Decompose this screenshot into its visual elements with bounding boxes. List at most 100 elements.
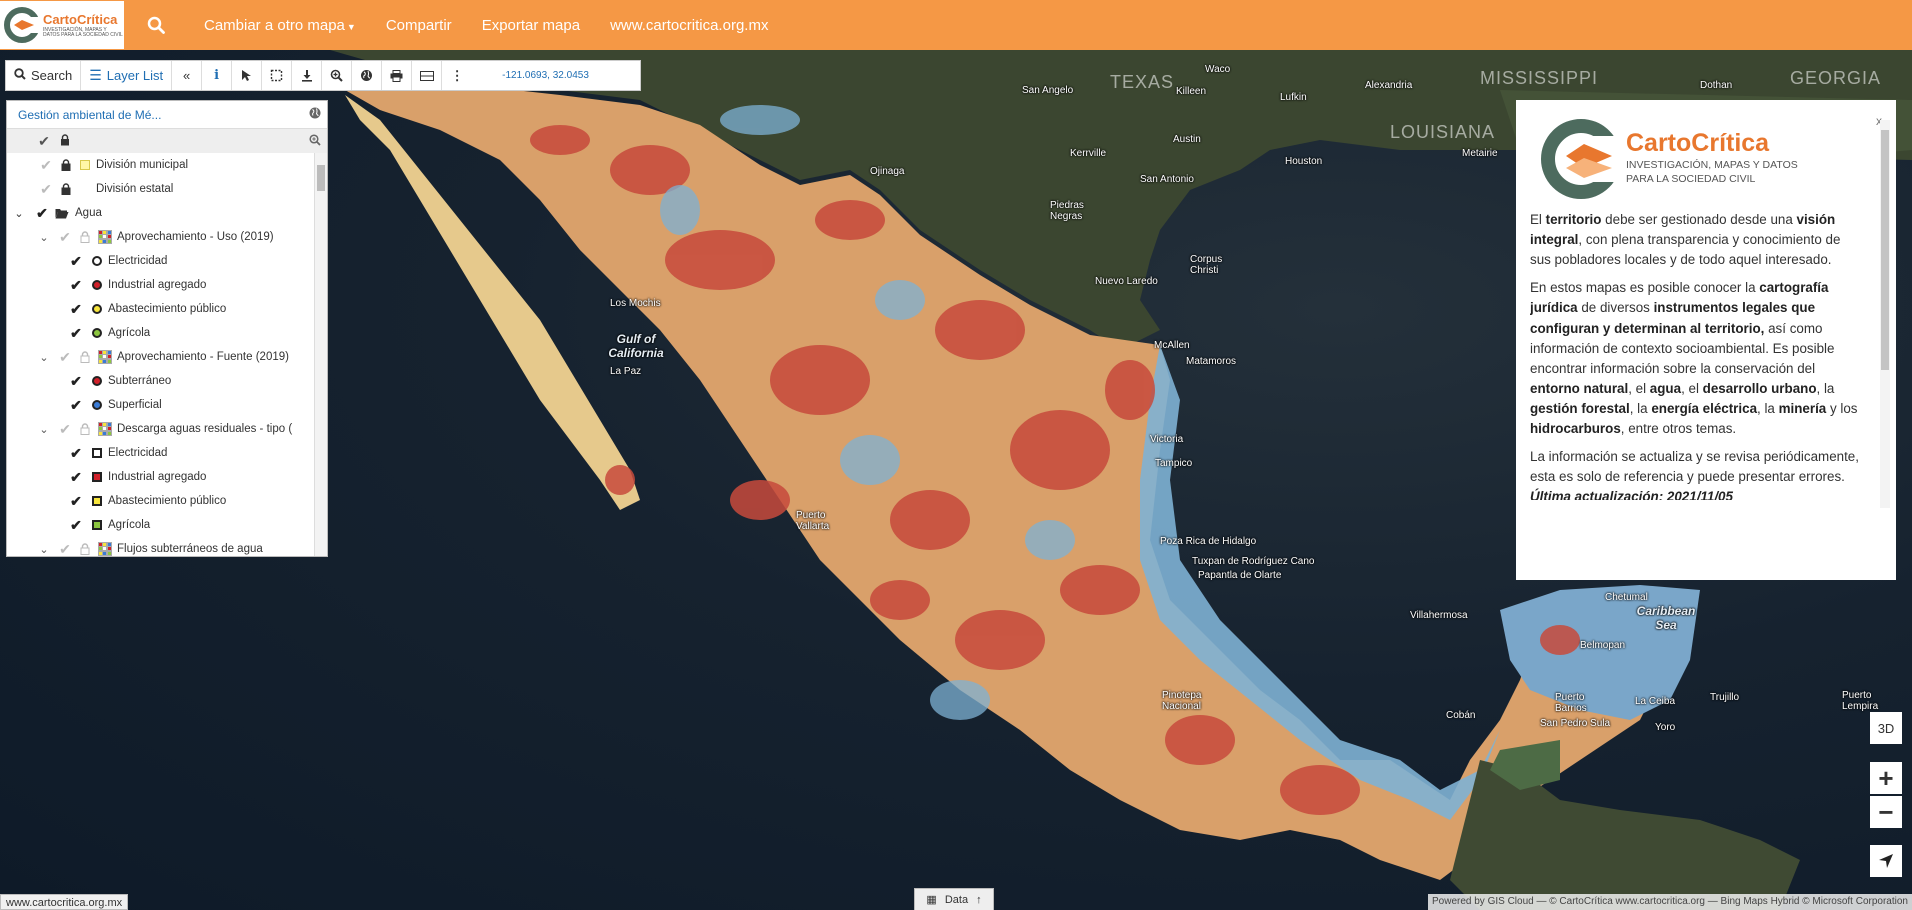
lock-icon[interactable] — [61, 183, 71, 195]
check-icon[interactable]: ✔ — [69, 325, 83, 342]
layer-row[interactable]: ⌄ ✔ Agua — [7, 201, 327, 225]
check-icon[interactable]: ✔ — [69, 517, 83, 534]
check-all-icon[interactable]: ✔ — [37, 133, 51, 150]
layer-row[interactable]: ⌄ ✔ Flujos subterráneos de agua — [7, 537, 327, 557]
arrow-up-icon: ↑ — [976, 893, 982, 906]
map-label: TEXAS — [1110, 72, 1175, 92]
layer-row[interactable]: ⌄ ✔ Aprovechamiento - Uso (2019) — [7, 225, 327, 249]
check-icon[interactable]: ✔ — [69, 301, 83, 318]
layer-row[interactable]: ⌄ ✔ Aprovechamiento - Fuente (2019) — [7, 345, 327, 369]
globe-icon[interactable] — [352, 61, 383, 90]
chevron-down-icon[interactable]: ⌄ — [37, 231, 51, 244]
nav-share[interactable]: Compartir — [386, 17, 452, 34]
cartocritica-logo[interactable]: CartoCrítica INVESTIGACIÓN, MAPAS Y DATO… — [0, 1, 124, 49]
layer-row[interactable]: ✔ Industrial agregado — [7, 465, 327, 489]
map-label: LOUISIANA — [1390, 122, 1496, 142]
nav-export-map[interactable]: Exportar mapa — [482, 17, 580, 34]
map-title[interactable]: Gestión ambiental de Mé... — [18, 108, 161, 122]
select-box-icon[interactable] — [262, 61, 293, 90]
check-icon[interactable]: ✔ — [69, 277, 83, 294]
lock-icon[interactable] — [80, 543, 90, 555]
lock-icon[interactable] — [80, 351, 90, 363]
map-label: Belmopan — [1580, 640, 1626, 651]
check-icon[interactable]: ✔ — [35, 205, 49, 222]
top-bar: CartoCrítica INVESTIGACIÓN, MAPAS Y DATO… — [0, 0, 1912, 50]
layer-row[interactable]: ✔ Electricidad — [7, 249, 327, 273]
chevron-down-icon[interactable]: ⌄ — [37, 351, 51, 364]
info-logo: CartoCrítica INVESTIGACIÓN, MAPAS Y DATO… — [1540, 118, 1876, 200]
pointer-icon[interactable] — [232, 61, 263, 90]
search-icon[interactable] — [136, 5, 176, 45]
locate-me-button[interactable] — [1870, 845, 1902, 877]
check-icon[interactable]: ✔ — [39, 181, 53, 198]
more-options-icon[interactable]: ⋮ — [442, 61, 472, 90]
chevron-down-icon[interactable]: ⌄ — [12, 207, 26, 220]
lock-icon[interactable] — [80, 231, 90, 243]
layer-row[interactable]: ✔ Subterráneo — [7, 369, 327, 393]
print-icon[interactable] — [382, 61, 413, 90]
layer-row[interactable]: ✔ Electricidad — [7, 441, 327, 465]
check-icon[interactable]: ✔ — [69, 469, 83, 486]
view-3d-button[interactable]: 3D — [1870, 712, 1902, 744]
lock-icon[interactable] — [80, 423, 90, 435]
check-icon[interactable]: ✔ — [69, 373, 83, 390]
lock-icon[interactable] — [61, 159, 71, 171]
layer-list-label: Layer List — [106, 68, 164, 83]
layer-label: Superficial — [108, 399, 162, 411]
check-icon[interactable]: ✔ — [58, 541, 72, 557]
map-label: Papantla de Olarte — [1198, 570, 1282, 581]
layer-row[interactable]: ⌄ ✔ Descarga aguas residuales - tipo ( — [7, 417, 327, 441]
lock-all-icon[interactable] — [60, 133, 70, 149]
layer-row[interactable]: ✔ Agrícola — [7, 513, 327, 537]
layer-label: Agua — [75, 207, 102, 219]
info-icon[interactable]: i — [202, 61, 233, 90]
map-label: Austin — [1173, 134, 1201, 145]
map-label: San Pedro Sula — [1540, 718, 1611, 729]
layer-label: División estatal — [96, 183, 174, 195]
check-icon[interactable]: ✔ — [69, 445, 83, 462]
zoom-in-button[interactable]: + — [1870, 762, 1902, 794]
map-label: Ojinaga — [870, 166, 905, 177]
layer-list-button[interactable]: ☰ Layer List — [81, 61, 173, 90]
layer-row[interactable]: ✔ Superficial — [7, 393, 327, 417]
layer-row[interactable]: ✔ División municipal — [7, 153, 327, 177]
layer-row[interactable]: ✔ Abastecimiento público — [7, 489, 327, 513]
map-label: La Paz — [610, 366, 642, 377]
collapse-icon[interactable]: « — [172, 61, 203, 90]
layer-row[interactable]: ✔ División estatal — [7, 177, 327, 201]
map-label: Metairie — [1462, 148, 1498, 159]
check-icon[interactable]: ✔ — [69, 493, 83, 510]
layer-row[interactable]: ✔ Industrial agregado — [7, 273, 327, 297]
square-symbol-icon — [92, 520, 102, 530]
chevron-down-icon[interactable]: ⌄ — [37, 543, 51, 556]
download-icon[interactable] — [292, 61, 323, 90]
data-tab[interactable]: ▦ Data ↑ — [914, 888, 994, 910]
layer-label: Aprovechamiento - Uso (2019) — [117, 231, 274, 243]
check-icon[interactable]: ✔ — [69, 253, 83, 270]
map-label: Gulf of California — [608, 332, 664, 360]
circle-symbol-icon — [92, 280, 102, 290]
info-paragraph-3: La información se actualiza y se revisa … — [1530, 449, 1859, 500]
search-button[interactable]: Search — [6, 61, 82, 90]
zoom-out-button[interactable]: − — [1870, 796, 1902, 828]
layer-row[interactable]: ✔ Abastecimiento público — [7, 297, 327, 321]
map-label: Kerrville — [1070, 148, 1107, 159]
layer-list-scrollbar[interactable] — [314, 153, 327, 556]
info-scrollbar[interactable] — [1880, 120, 1890, 508]
map-label: MISSISSIPPI — [1480, 68, 1599, 88]
check-icon[interactable]: ✔ — [58, 349, 72, 366]
search-layers-icon[interactable] — [309, 133, 321, 149]
nav-change-map[interactable]: Cambiar a otro mapa ▼ — [204, 17, 356, 34]
check-icon[interactable]: ✔ — [69, 397, 83, 414]
check-icon[interactable]: ✔ — [39, 157, 53, 174]
chevron-down-icon[interactable]: ⌄ — [37, 423, 51, 436]
globe-icon[interactable] — [309, 107, 321, 122]
info-paragraph-1: El territorio debe ser gestionado desde … — [1530, 212, 1841, 268]
measure-icon[interactable] — [412, 61, 443, 90]
layer-row[interactable]: ✔ Agrícola — [7, 321, 327, 345]
check-icon[interactable]: ✔ — [58, 229, 72, 246]
check-icon[interactable]: ✔ — [58, 421, 72, 438]
zoom-in-icon[interactable] — [322, 61, 353, 90]
layer-label: Industrial agregado — [108, 471, 207, 483]
nav-website[interactable]: www.cartocritica.org.mx — [610, 17, 768, 34]
